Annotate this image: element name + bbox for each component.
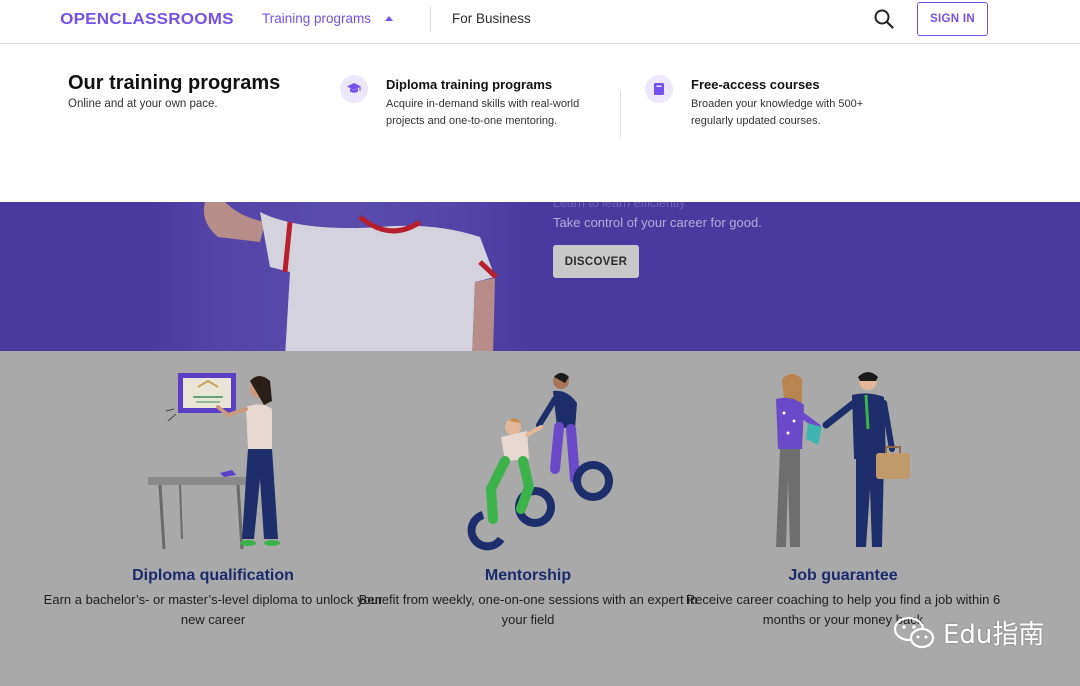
- dropdown-subtitle: Online and at your own pace.: [68, 98, 218, 110]
- training-programs-dropdown: Our training programs Online and at your…: [0, 44, 1080, 202]
- free-courses-link[interactable]: Free-access courses Broaden your knowled…: [645, 75, 905, 135]
- watermark-text: Edu指南: [943, 620, 1045, 650]
- logo-text: OPENCLASSROOMS: [60, 11, 234, 28]
- free-courses-description: Broaden your knowledge with 500+ regular…: [691, 98, 864, 127]
- feature-title: Mentorship: [484, 567, 572, 584]
- sign-in-button[interactable]: SIGN IN: [917, 2, 988, 36]
- search-button[interactable]: [873, 8, 895, 30]
- hero-faded-text: Learn to learn efficiently.: [553, 202, 689, 210]
- for-business-link[interactable]: For Business: [452, 11, 531, 26]
- search-icon: [874, 9, 894, 29]
- training-programs-menu[interactable]: Training programs: [262, 11, 394, 26]
- wechat-watermark: Edu指南: [893, 614, 1044, 651]
- openclassrooms-logo[interactable]: OPENCLASSROOMS: [60, 11, 233, 29]
- feature-description: Benefit from weekly, one-on-one sessions…: [358, 592, 698, 627]
- nav-divider: [430, 6, 431, 32]
- hero-tagline: Take control of your career for good.: [553, 215, 762, 230]
- discover-button[interactable]: DISCOVER: [553, 245, 639, 278]
- training-programs-label: Training programs: [262, 11, 372, 26]
- person-illustration: [203, 202, 498, 351]
- job-guarantee-illustration: [776, 372, 910, 547]
- hero-banner: Learn to learn efficiently. Take control…: [0, 202, 1080, 351]
- top-navbar: OPENCLASSROOMS Training programs For Bus…: [0, 0, 1080, 44]
- graduation-cap-icon: [340, 75, 368, 103]
- wechat-icon: [893, 616, 935, 648]
- feature-title: Job guarantee: [788, 567, 898, 584]
- hero-photo: [150, 202, 530, 351]
- mentorship-illustration: [467, 373, 613, 551]
- diploma-programs-title: Diploma training programs: [386, 77, 553, 92]
- dropdown-divider: [620, 90, 621, 138]
- caret-up-icon: [385, 16, 394, 21]
- diploma-illustration: [148, 373, 280, 550]
- free-courses-title: Free-access courses: [691, 77, 820, 92]
- dropdown-title: Our training programs: [68, 72, 281, 94]
- book-icon: [645, 75, 673, 103]
- diploma-programs-description: Acquire in-demand skills with real-world…: [386, 98, 580, 127]
- diploma-programs-link[interactable]: Diploma training programs Acquire in-dem…: [340, 75, 590, 155]
- feature-title: Diploma qualification: [132, 567, 294, 584]
- feature-description: Earn a bachelor’s- or master’s-level dip…: [43, 592, 383, 627]
